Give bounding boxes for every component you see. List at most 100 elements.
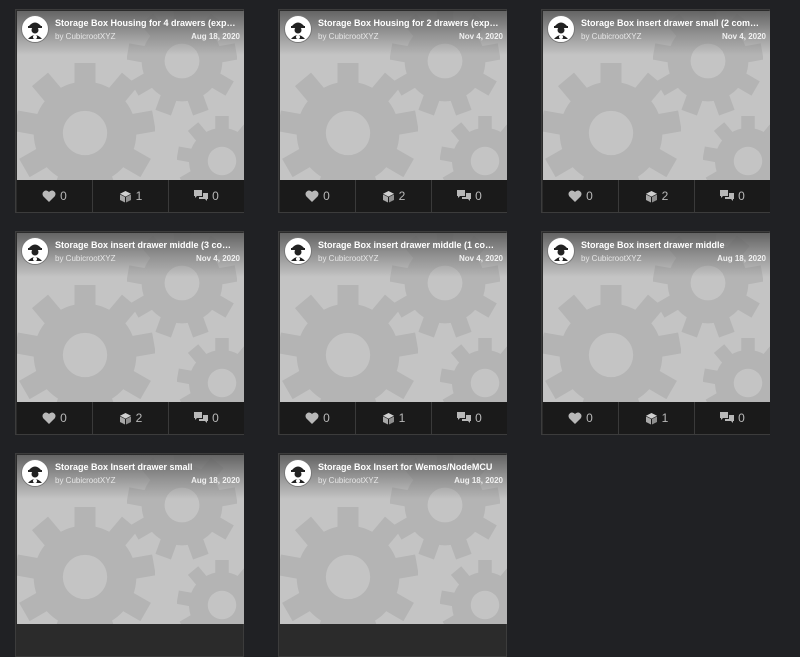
card-header: Storage Box Insert for Wemos/NodeMCU by … — [280, 455, 507, 499]
cube-icon — [645, 190, 658, 203]
thing-author[interactable]: by CubicrootXYZ — [55, 32, 115, 41]
thing-thumbnail[interactable]: Storage Box insert drawer small (2 com… … — [543, 11, 770, 180]
comment-button[interactable]: 0 — [695, 180, 770, 212]
comment-icon — [194, 412, 208, 424]
comment-count: 0 — [475, 189, 482, 203]
stats-bar: 0 1 0 — [17, 180, 244, 212]
thing-author[interactable]: by CubicrootXYZ — [55, 254, 115, 263]
like-count: 0 — [586, 189, 593, 203]
thing-author[interactable]: by CubicrootXYZ — [318, 254, 378, 263]
stats-bar: 0 2 0 — [280, 180, 507, 212]
make-button[interactable]: 1 — [356, 402, 432, 434]
thing-author[interactable]: by CubicrootXYZ — [318, 32, 378, 41]
thing-title[interactable]: Storage Box Insert drawer small — [55, 462, 241, 472]
like-button[interactable]: 0 — [17, 402, 93, 434]
make-count: 1 — [398, 411, 406, 425]
avatar-icon[interactable] — [284, 237, 312, 265]
avatar-icon[interactable] — [21, 459, 49, 487]
thing-thumbnail[interactable]: Storage Box insert drawer middle by Cubi… — [543, 233, 770, 402]
heart-icon — [568, 412, 582, 424]
thing-title[interactable]: Storage Box Housing for 2 drawers (exp… — [318, 18, 504, 28]
thing-title[interactable]: Storage Box insert drawer middle (1 co… — [318, 240, 504, 250]
card-header: Storage Box insert drawer middle (1 co… … — [280, 233, 507, 277]
comment-icon — [457, 190, 471, 202]
comment-button[interactable]: 0 — [432, 180, 507, 212]
avatar-icon[interactable] — [21, 237, 49, 265]
cube-icon — [119, 190, 132, 203]
thing-date: Nov 4, 2020 — [721, 32, 766, 41]
like-button[interactable]: 0 — [280, 180, 356, 212]
thing-thumbnail[interactable]: Storage Box insert drawer middle (1 co… … — [280, 233, 507, 402]
cube-icon — [382, 412, 395, 425]
make-button[interactable]: 2 — [356, 180, 432, 212]
thing-author[interactable]: by CubicrootXYZ — [581, 32, 641, 41]
comment-count: 0 — [738, 189, 745, 203]
like-button[interactable]: 0 — [543, 402, 619, 434]
comment-button[interactable]: 0 — [432, 402, 507, 434]
thing-thumbnail[interactable]: Storage Box Housing for 4 drawers (exp… … — [17, 11, 244, 180]
avatar-icon[interactable] — [21, 15, 49, 43]
make-count: 2 — [135, 411, 143, 425]
cube-icon — [645, 412, 658, 425]
thing-card[interactable]: Storage Box Housing for 2 drawers (exp… … — [278, 9, 507, 213]
card-header: Storage Box insert drawer middle by Cubi… — [543, 233, 770, 277]
thing-date: Aug 18, 2020 — [191, 32, 240, 41]
stats-bar: 0 2 0 — [17, 402, 244, 434]
avatar-icon[interactable] — [547, 237, 575, 265]
comment-count: 0 — [212, 411, 219, 425]
avatar-icon[interactable] — [284, 459, 312, 487]
thing-author[interactable]: by CubicrootXYZ — [318, 476, 378, 485]
thing-date: Nov 4, 2020 — [195, 254, 240, 263]
thing-thumbnail[interactable]: Storage Box Housing for 2 drawers (exp… … — [280, 11, 507, 180]
thing-author[interactable]: by CubicrootXYZ — [55, 476, 115, 485]
thing-date: Aug 18, 2020 — [454, 476, 503, 485]
like-count: 0 — [60, 411, 67, 425]
heart-icon — [305, 412, 319, 424]
comment-button[interactable]: 0 — [169, 402, 244, 434]
avatar-icon[interactable] — [547, 15, 575, 43]
thing-author[interactable]: by CubicrootXYZ — [581, 254, 641, 263]
like-button[interactable]: 0 — [17, 180, 93, 212]
like-button[interactable]: 0 — [280, 402, 356, 434]
like-button[interactable]: 0 — [543, 180, 619, 212]
stats-bar: 0 1 0 — [543, 402, 770, 434]
make-button[interactable]: 2 — [93, 402, 169, 434]
make-count: 1 — [661, 411, 669, 425]
thing-card[interactable]: Storage Box Insert drawer small by Cubic… — [15, 453, 244, 657]
thing-date: Aug 18, 2020 — [191, 476, 240, 485]
stats-bar: 0 1 0 — [280, 402, 507, 434]
comment-icon — [194, 190, 208, 202]
thing-card[interactable]: Storage Box Insert for Wemos/NodeMCU by … — [278, 453, 507, 657]
card-header: Storage Box Insert drawer small by Cubic… — [17, 455, 244, 499]
comment-icon — [457, 412, 471, 424]
thing-card[interactable]: Storage Box insert drawer middle (3 co… … — [15, 231, 244, 435]
cube-icon — [382, 190, 395, 203]
thing-title[interactable]: Storage Box Housing for 4 drawers (exp… — [55, 18, 241, 28]
make-button[interactable]: 1 — [93, 180, 169, 212]
thing-card[interactable]: Storage Box insert drawer small (2 com… … — [541, 9, 770, 213]
comment-count: 0 — [212, 189, 219, 203]
make-count: 2 — [398, 189, 406, 203]
thing-title[interactable]: Storage Box insert drawer small (2 com… — [581, 18, 767, 28]
thing-thumbnail[interactable]: Storage Box insert drawer middle (3 co… … — [17, 233, 244, 402]
avatar-icon[interactable] — [284, 15, 312, 43]
heart-icon — [305, 190, 319, 202]
comment-button[interactable]: 0 — [169, 180, 244, 212]
thing-thumbnail[interactable]: Storage Box Insert for Wemos/NodeMCU by … — [280, 455, 507, 624]
make-button[interactable]: 1 — [619, 402, 695, 434]
comment-button[interactable]: 0 — [695, 402, 770, 434]
thing-card[interactable]: Storage Box insert drawer middle by Cubi… — [541, 231, 770, 435]
thing-thumbnail[interactable]: Storage Box Insert drawer small by Cubic… — [17, 455, 244, 624]
cube-icon — [119, 412, 132, 425]
card-header: Storage Box insert drawer small (2 com… … — [543, 11, 770, 55]
comment-count: 0 — [475, 411, 482, 425]
card-header: Storage Box Housing for 2 drawers (exp… … — [280, 11, 507, 55]
thing-card[interactable]: Storage Box Housing for 4 drawers (exp… … — [15, 9, 244, 213]
thing-card[interactable]: Storage Box insert drawer middle (1 co… … — [278, 231, 507, 435]
card-header: Storage Box insert drawer middle (3 co… … — [17, 233, 244, 277]
thing-title[interactable]: Storage Box insert drawer middle (3 co… — [55, 240, 241, 250]
make-button[interactable]: 2 — [619, 180, 695, 212]
thing-title[interactable]: Storage Box Insert for Wemos/NodeMCU — [318, 462, 504, 472]
comment-icon — [720, 190, 734, 202]
thing-title[interactable]: Storage Box insert drawer middle — [581, 240, 767, 250]
